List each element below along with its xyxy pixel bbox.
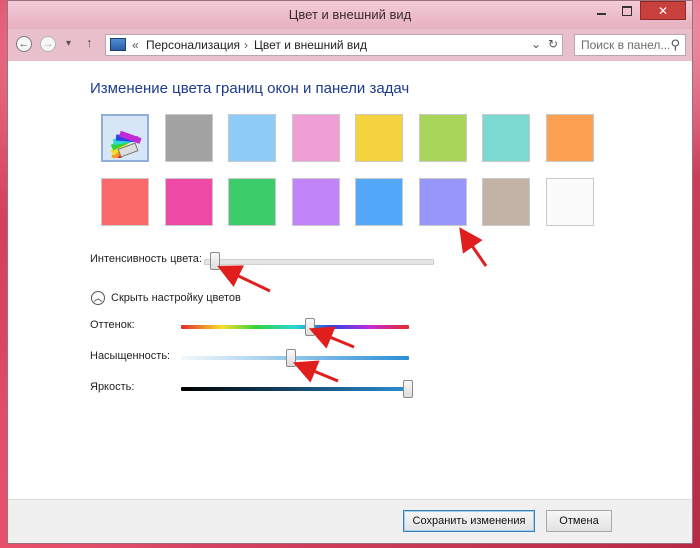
refresh-icon[interactable]: ↻ <box>548 37 558 51</box>
footer-bar: Сохранить изменения Отмена <box>8 499 692 543</box>
address-bar[interactable]: « Персонализация › Цвет и внешний вид ⌄ … <box>105 34 563 56</box>
save-changes-button[interactable]: Сохранить изменения <box>403 510 535 532</box>
back-arrow-icon[interactable]: ← <box>16 36 32 52</box>
search-box[interactable]: Поиск в панел... ⚲ <box>574 34 686 56</box>
arrow-to-lavender-swatch <box>459 227 488 267</box>
recent-pages-chevron-icon[interactable]: ▾ <box>66 38 71 49</box>
breadcrumb-overflow-icon[interactable]: « <box>132 38 139 52</box>
maximize-button[interactable] <box>614 1 640 20</box>
address-dropdown-icon[interactable]: ⌄ <box>531 37 541 51</box>
title-bar[interactable]: Цвет и внешний вид ✕ <box>8 1 692 29</box>
breadcrumb-personalization[interactable]: Персонализация <box>146 38 240 52</box>
main-content: Изменение цвета границ окон и панели зад… <box>8 61 692 500</box>
forward-arrow-icon[interactable]: → <box>40 36 56 52</box>
search-icon[interactable]: ⚲ <box>670 37 680 53</box>
breadcrumb-separator-icon[interactable]: › <box>244 38 248 52</box>
control-panel-window: Цвет и внешний вид ✕ ← → ▾ ↑ « Персонали… <box>7 0 693 544</box>
arrow-to-hue-thumb <box>308 326 355 349</box>
navigation-bar: ← → ▾ ↑ « Персонализация › Цвет и внешни… <box>8 29 692 61</box>
window-controls: ✕ <box>588 1 686 20</box>
close-button[interactable]: ✕ <box>640 1 686 20</box>
annotation-arrows <box>217 227 488 383</box>
control-panel-icon <box>110 38 126 51</box>
minimize-button[interactable] <box>588 1 614 20</box>
search-input[interactable]: Поиск в панел... <box>581 38 670 52</box>
breadcrumb-current[interactable]: Цвет и внешний вид <box>254 38 367 52</box>
up-arrow-icon[interactable]: ↑ <box>86 35 93 50</box>
cancel-button[interactable]: Отмена <box>546 510 612 532</box>
arrow-to-intensity-thumb <box>217 265 271 293</box>
arrow-to-saturation-thumb <box>292 360 339 383</box>
